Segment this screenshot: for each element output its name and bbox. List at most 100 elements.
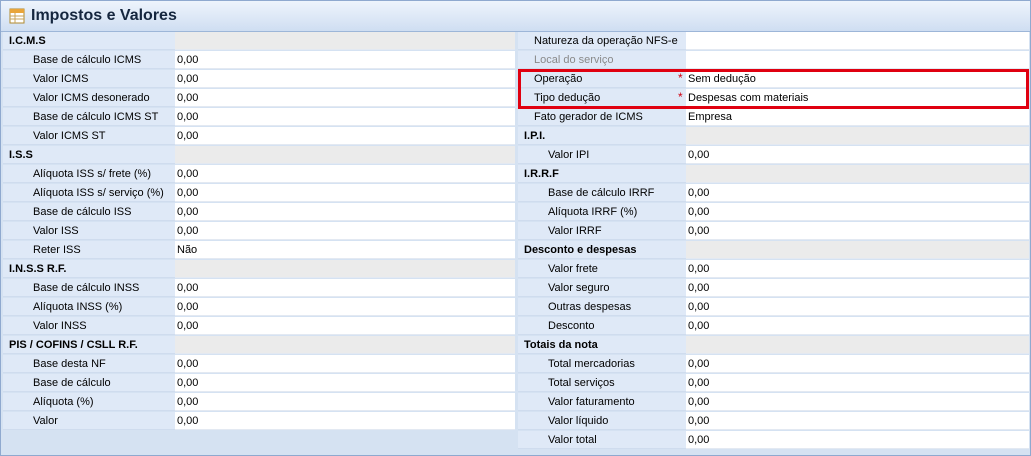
- property-value[interactable]: 0,00: [686, 412, 1029, 430]
- property-value[interactable]: 0,00: [686, 374, 1029, 392]
- property-value[interactable]: 0,00: [175, 374, 515, 392]
- property-value[interactable]: 0,00: [686, 298, 1029, 316]
- property-value-text: Sem dedução: [688, 73, 756, 85]
- category-label[interactable]: I.N.S.S R.F.: [3, 260, 175, 278]
- panel-title: Impostos e Valores: [31, 7, 177, 24]
- property-value-text: 0,00: [177, 225, 199, 237]
- property-value-text: 0,00: [688, 225, 710, 237]
- property-value-text: 0,00: [177, 187, 199, 199]
- property-value-text: 0,00: [688, 358, 710, 370]
- property-value[interactable]: 0,00: [175, 108, 515, 126]
- property-value[interactable]: * Sem dedução: [678, 70, 1029, 88]
- property-value[interactable]: 0,00: [686, 146, 1029, 164]
- category-label[interactable]: I.P.I.: [518, 127, 686, 145]
- category-value-cell: [686, 165, 1029, 183]
- property-value-text: 0,00: [688, 377, 710, 389]
- property-label: Alíquota ISS s/ serviço (%): [3, 184, 175, 202]
- property-label: Valor ICMS: [3, 70, 175, 88]
- property-label: Base de cálculo ICMS: [3, 51, 175, 69]
- category-label[interactable]: Desconto e despesas: [518, 241, 686, 259]
- property-value[interactable]: 0,00: [686, 355, 1029, 373]
- property-value[interactable]: 0,00: [175, 89, 515, 107]
- property-value[interactable]: 0,00: [175, 165, 515, 183]
- property-label: Valor ISS: [3, 222, 175, 240]
- property-value[interactable]: 0,00: [175, 184, 515, 202]
- category-label[interactable]: Totais da nota: [518, 336, 686, 354]
- property-row-desconto: Desconto 0,00: [518, 317, 1029, 336]
- property-row-base-de-calculo-iss: Base de cálculo ISS 0,00: [3, 203, 515, 222]
- property-label: Valor frete: [518, 260, 686, 278]
- category-label[interactable]: I.C.M.S: [3, 32, 175, 50]
- property-value[interactable]: * Despesas com materiais: [678, 89, 1029, 107]
- property-value[interactable]: 0,00: [175, 317, 515, 335]
- property-value[interactable]: 0,00: [175, 203, 515, 221]
- property-value[interactable]: 0,00: [686, 203, 1029, 221]
- property-label: Total mercadorias: [518, 355, 686, 373]
- property-row-valor-total: Valor total 0,00: [518, 431, 1029, 450]
- property-row-valor-seguro: Valor seguro 0,00: [518, 279, 1029, 298]
- property-value[interactable]: 0,00: [686, 184, 1029, 202]
- category-label[interactable]: I.S.S: [3, 146, 175, 164]
- property-value[interactable]: 0,00: [175, 279, 515, 297]
- property-label: Fato gerador de ICMS: [518, 108, 686, 126]
- property-value-text: 0,00: [688, 282, 710, 294]
- property-row-valor-iss: Valor ISS 0,00: [3, 222, 515, 241]
- property-value[interactable]: [686, 51, 1029, 69]
- property-label: Valor líquido: [518, 412, 686, 430]
- property-row-valor-faturamento: Valor faturamento 0,00: [518, 393, 1029, 412]
- property-value[interactable]: 0,00: [175, 222, 515, 240]
- property-value[interactable]: 0,00: [175, 393, 515, 411]
- category-label[interactable]: PIS / COFINS / CSLL R.F.: [3, 336, 175, 354]
- property-value[interactable]: 0,00: [175, 127, 515, 145]
- property-value[interactable]: 0,00: [686, 431, 1029, 449]
- property-value[interactable]: Empresa: [686, 108, 1029, 126]
- property-row-base-desta-nf: Base desta NF 0,00: [3, 355, 515, 374]
- property-value-text: 0,00: [177, 92, 199, 104]
- property-label: Local do serviço: [518, 51, 686, 69]
- property-value-text: 0,00: [688, 320, 710, 332]
- property-value[interactable]: 0,00: [175, 51, 515, 69]
- property-label: Alíquota INSS (%): [3, 298, 175, 316]
- property-value-text: 0,00: [177, 320, 199, 332]
- property-value-text: 0,00: [177, 168, 199, 180]
- property-value[interactable]: 0,00: [686, 279, 1029, 297]
- category-row-totais-da-nota: Totais da nota: [518, 336, 1029, 355]
- property-value-text: 0,00: [688, 263, 710, 275]
- property-label: Total serviços: [518, 374, 686, 392]
- property-row-base-de-calculo-icms: Base de cálculo ICMS 0,00: [3, 51, 515, 70]
- category-row-i-p-i: I.P.I.: [518, 127, 1029, 146]
- panel-header: Impostos e Valores: [1, 1, 1030, 32]
- property-row-base-de-calculo-irrf: Base de cálculo IRRF 0,00: [518, 184, 1029, 203]
- property-label: Natureza da operação NFS-e: [518, 32, 686, 50]
- property-value-text: 0,00: [177, 377, 199, 389]
- property-label: Base desta NF: [3, 355, 175, 373]
- category-row-pis-cofins-csll-r-f: PIS / COFINS / CSLL R.F.: [3, 336, 515, 355]
- property-row-operacao: Operação * Sem dedução: [518, 70, 1029, 89]
- property-label: Valor faturamento: [518, 393, 686, 411]
- property-value-text: 0,00: [177, 396, 199, 408]
- required-marker: *: [678, 90, 683, 104]
- category-value-cell: [686, 336, 1029, 354]
- property-row-valor-icms-desonerado: Valor ICMS desonerado 0,00: [3, 89, 515, 108]
- category-label[interactable]: I.R.R.F: [518, 165, 686, 183]
- property-value-text: 0,00: [177, 73, 199, 85]
- property-value[interactable]: 0,00: [175, 412, 515, 430]
- property-value[interactable]: [686, 32, 1029, 50]
- property-value[interactable]: 0,00: [686, 260, 1029, 278]
- property-label: Alíquota (%): [3, 393, 175, 411]
- property-label: Valor: [3, 412, 175, 430]
- property-value[interactable]: Não: [175, 241, 515, 259]
- property-value[interactable]: 0,00: [686, 222, 1029, 240]
- property-value[interactable]: 0,00: [175, 355, 515, 373]
- table-icon: [9, 8, 25, 24]
- property-value[interactable]: 0,00: [686, 393, 1029, 411]
- property-label: Valor total: [518, 431, 686, 449]
- property-value[interactable]: 0,00: [175, 70, 515, 88]
- property-value-text: 0,00: [688, 434, 710, 446]
- property-value[interactable]: 0,00: [686, 317, 1029, 335]
- property-row-valor-irrf: Valor IRRF 0,00: [518, 222, 1029, 241]
- property-row-valor-icms: Valor ICMS 0,00: [3, 70, 515, 89]
- property-label: Base de cálculo ISS: [3, 203, 175, 221]
- property-value[interactable]: 0,00: [175, 298, 515, 316]
- property-row-base-de-calculo-icms-st: Base de cálculo ICMS ST 0,00: [3, 108, 515, 127]
